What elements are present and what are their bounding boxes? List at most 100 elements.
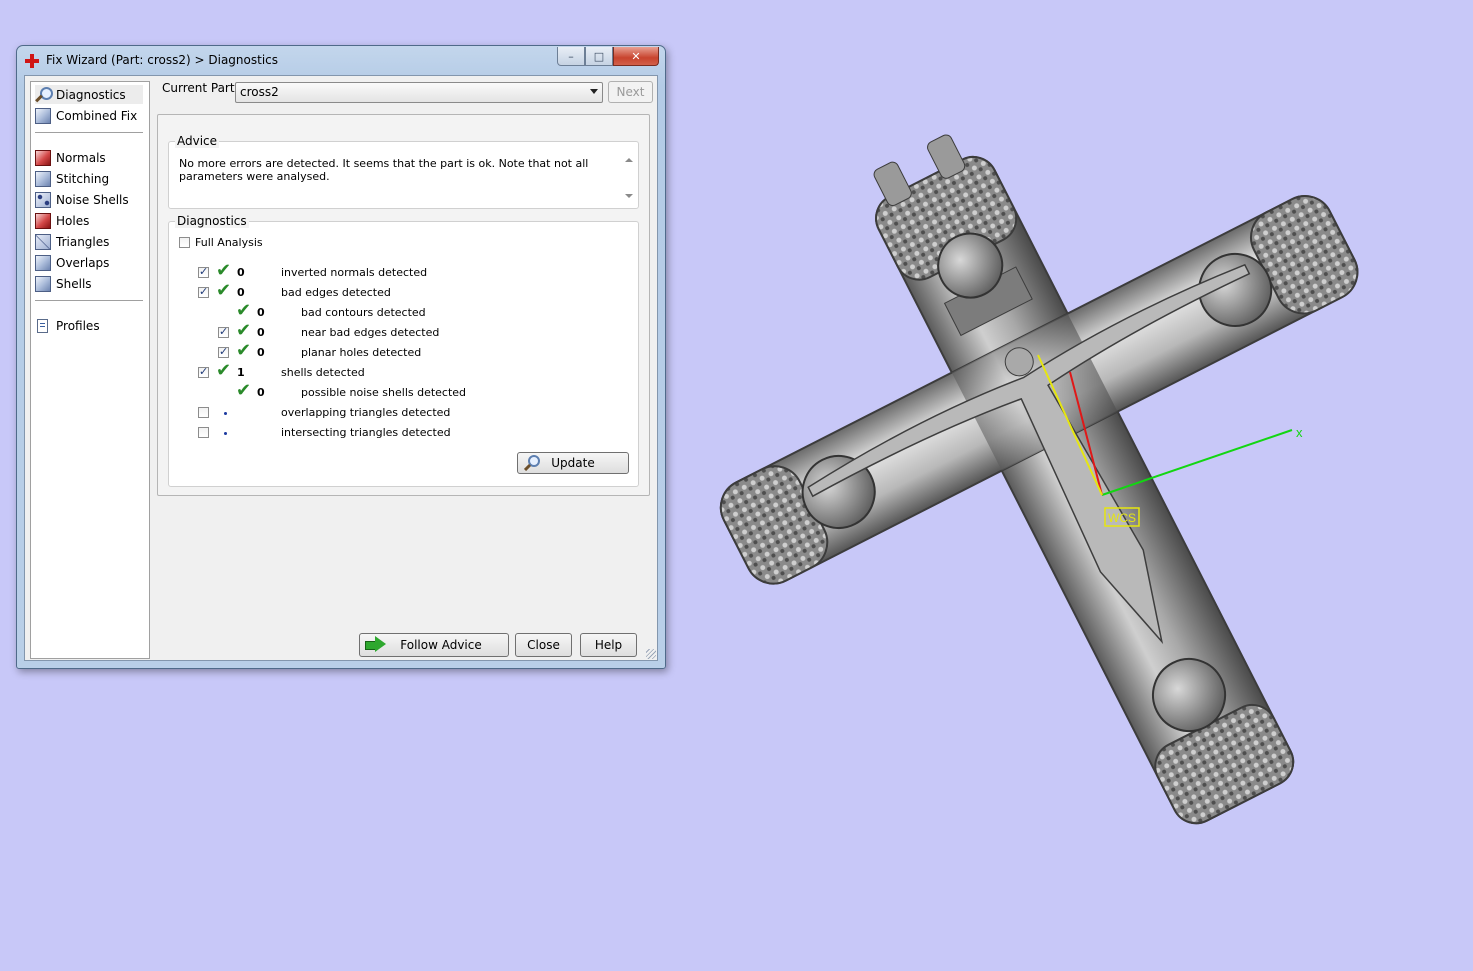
diagnostic-row: overlapping triangles detected	[169, 404, 639, 424]
nav-item-diagnostics[interactable]: Diagnostics	[35, 85, 143, 104]
maximize-button[interactable]: □	[585, 47, 613, 66]
row-count: 1	[237, 366, 245, 379]
dotted-cube-icon	[35, 191, 51, 208]
fix-wizard-window: Fix Wizard (Part: cross2) > Diagnostics …	[16, 45, 666, 669]
nav-item-label: Holes	[56, 213, 90, 228]
nav-item-label: Stitching	[56, 171, 110, 186]
red-cross-icon	[25, 54, 39, 68]
cube-icon	[35, 254, 51, 271]
nav-item-profiles[interactable]: Profiles	[35, 316, 143, 335]
wcs-label: WCS	[1108, 511, 1136, 525]
row-label: inverted normals detected	[281, 266, 428, 279]
current-part-value: cross2	[240, 85, 279, 99]
checkmark-icon: ✔	[216, 260, 232, 281]
next-button[interactable]: Next	[608, 81, 653, 103]
title-bar[interactable]: Fix Wizard (Part: cross2) > Diagnostics …	[17, 46, 665, 76]
3d-viewport[interactable]: x WCS	[680, 100, 1460, 900]
cube-icon	[35, 107, 51, 124]
pending-dot-icon	[224, 412, 227, 415]
row-label: bad edges detected	[281, 286, 391, 299]
nav-item-label: Profiles	[56, 318, 100, 333]
checkmark-icon: ✔	[216, 360, 232, 381]
row-count: 0	[257, 346, 265, 359]
row-label: bad contours detected	[301, 306, 426, 319]
scroll-down-icon[interactable]	[625, 194, 633, 198]
checkmark-icon: ✔	[236, 340, 252, 361]
chevron-down-icon	[590, 89, 598, 94]
close-button[interactable]: Close	[515, 633, 572, 657]
row-checkbox[interactable]	[198, 407, 209, 418]
nav-item-overlaps[interactable]: Overlaps	[35, 253, 143, 272]
row-checkbox[interactable]	[198, 265, 209, 278]
resize-grip[interactable]	[646, 649, 656, 659]
document-icon	[35, 318, 51, 334]
diagnostic-row: ✔ 0 planar holes detected	[169, 340, 639, 364]
red-cube-icon	[35, 212, 51, 229]
nav-item-stitching[interactable]: Stitching	[35, 169, 143, 188]
magnifier-icon	[35, 86, 53, 103]
pending-dot-icon	[224, 432, 227, 435]
advice-scrollbar[interactable]	[622, 155, 636, 201]
x-axis-label: x	[1296, 425, 1303, 440]
diagnostic-row: ✔ 0 inverted normals detected	[169, 260, 639, 284]
nav-item-normals[interactable]: Normals	[35, 148, 143, 167]
cross-horizontal-arm	[719, 195, 1359, 645]
nav-item-label: Diagnostics	[56, 87, 126, 102]
nav-item-label: Combined Fix	[56, 108, 138, 123]
nav-divider	[35, 132, 143, 133]
advice-group: Advice No more errors are detected. It s…	[168, 134, 639, 209]
row-label: planar holes detected	[301, 346, 422, 359]
cube-icon	[35, 275, 51, 292]
scroll-up-icon[interactable]	[625, 158, 633, 162]
help-button[interactable]: Help	[580, 633, 637, 657]
nav-item-holes[interactable]: Holes	[35, 211, 143, 230]
close-window-button[interactable]: ✕	[613, 47, 659, 66]
magnifier-icon	[523, 455, 542, 472]
update-button[interactable]: Update	[517, 452, 629, 474]
row-label: shells detected	[281, 366, 365, 379]
nav-item-combined-fix[interactable]: Combined Fix	[35, 106, 143, 125]
follow-advice-button[interactable]: Follow Advice	[359, 633, 509, 657]
full-analysis-label: Full Analysis	[195, 236, 263, 249]
follow-advice-label: Follow Advice	[400, 638, 482, 652]
row-label: possible noise shells detected	[301, 386, 467, 399]
row-count: 0	[257, 306, 265, 319]
advice-group-title: Advice	[175, 134, 220, 148]
row-count: 0	[257, 326, 265, 339]
cube-icon	[35, 170, 51, 187]
checkmark-icon: ✔	[236, 380, 252, 401]
row-checkbox[interactable]	[198, 285, 209, 298]
nav-item-shells[interactable]: Shells	[35, 274, 143, 293]
checkmark-icon: ✔	[236, 300, 252, 321]
row-checkbox[interactable]	[218, 325, 229, 338]
diagnostic-row: ✔ 0 possible noise shells detected	[169, 380, 639, 404]
advice-text: No more errors are detected. It seems th…	[179, 157, 589, 183]
wire-cube-icon	[35, 233, 51, 250]
diagnostics-group-title: Diagnostics	[175, 214, 249, 228]
row-label: overlapping triangles detected	[281, 406, 451, 419]
full-analysis-checkbox[interactable]	[179, 237, 190, 248]
nav-divider	[35, 300, 143, 301]
window-client: Diagnostics Combined Fix Normals Stitchi…	[24, 75, 658, 661]
diagnostics-panel: Advice No more errors are detected. It s…	[157, 114, 650, 496]
minimize-button[interactable]: –	[557, 47, 585, 66]
nav-item-label: Noise Shells	[56, 192, 129, 207]
nav-item-noise-shells[interactable]: Noise Shells	[35, 190, 143, 209]
nav-item-label: Shells	[56, 276, 92, 291]
row-checkbox[interactable]	[198, 365, 209, 378]
diagnostic-row: intersecting triangles detected	[169, 424, 639, 444]
window-title: Fix Wizard (Part: cross2) > Diagnostics	[46, 53, 278, 67]
row-label: intersecting triangles detected	[281, 426, 451, 439]
diagnostics-group: Diagnostics Full Analysis ✔ 0 inverted n…	[168, 214, 639, 487]
row-checkbox[interactable]	[198, 427, 209, 438]
checkmark-icon: ✔	[216, 280, 232, 301]
row-count: 0	[237, 266, 245, 279]
current-part-select[interactable]: cross2	[235, 82, 603, 103]
row-label: near bad edges detected	[301, 326, 440, 339]
nav-item-label: Normals	[56, 150, 106, 165]
row-count: 0	[237, 286, 245, 299]
nav-item-triangles[interactable]: Triangles	[35, 232, 143, 251]
row-count: 0	[257, 386, 265, 399]
row-checkbox[interactable]	[218, 345, 229, 358]
nav-item-label: Overlaps	[56, 255, 110, 270]
